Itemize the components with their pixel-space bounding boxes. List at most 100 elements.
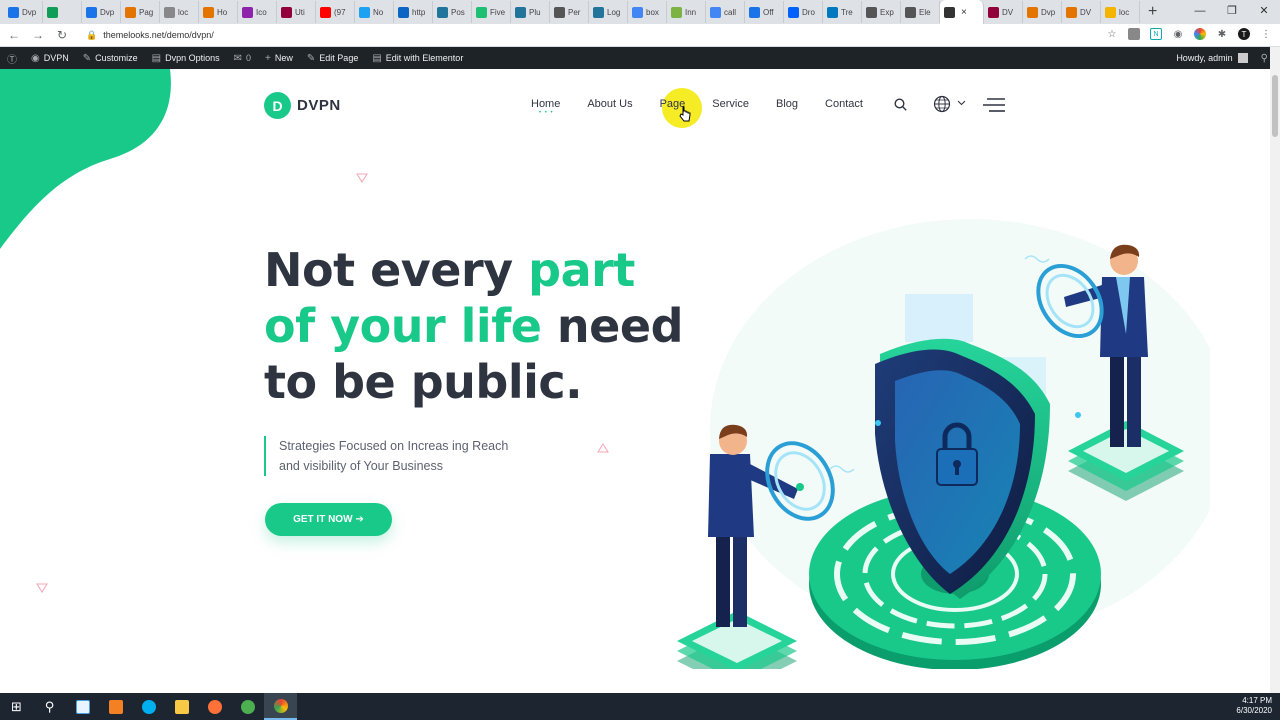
browser-tab[interactable]: Off [745,1,784,23]
tab-label: Pag [139,7,154,17]
browser-tab[interactable]: Per [550,1,589,23]
browser-tab[interactable]: Five [472,1,511,23]
wp-options-link[interactable]: ▤ Dvpn Options [145,47,227,69]
close-tab-icon[interactable]: × [961,7,967,18]
address-bar: ← → ↻ 🔒 themelooks.net/demo/dvpn/ ☆ N ◉ … [0,24,1280,47]
wp-new-link[interactable]: + New [258,47,300,69]
avatar[interactable] [1237,53,1248,63]
search-icon[interactable]: ⚲ [1261,53,1268,64]
browser-tab[interactable]: × [940,0,984,24]
browser-tab[interactable]: Dro [784,1,823,23]
taskbar-app-icon[interactable] [231,693,264,720]
browser-tab[interactable]: Pos [433,1,472,23]
wp-site-link[interactable]: ◉ DVPN [24,47,76,69]
globe-language-icon[interactable] [933,95,967,113]
browser-tab[interactable]: box [628,1,667,23]
wp-customize-link[interactable]: ✎ Customize [76,47,145,69]
search-icon[interactable] [894,98,907,111]
tab-label: (97 [334,7,346,17]
menu-kebab-icon[interactable]: ⋮ [1260,28,1272,40]
hero-title: Not every part of your life need to be p… [264,243,684,409]
tab-label: Dro [802,7,815,17]
browser-tab[interactable]: Dvp [1023,1,1062,23]
tab-label: box [646,7,659,17]
tab-favicon-icon [710,6,721,18]
taskbar-app-icon[interactable] [66,693,99,720]
elementor-icon: ▤ [372,52,382,64]
taskbar-app-icon[interactable] [99,693,132,720]
triangle-decoration-icon [597,443,609,453]
browser-tab[interactable]: Uti [277,1,316,23]
tab-label: http [412,7,426,17]
lock-icon[interactable]: 🔒 [86,30,97,41]
chrome-icon[interactable] [264,693,297,720]
nav-contact[interactable]: Contact [825,98,863,110]
browser-tab[interactable]: DV [984,1,1023,23]
browser-tab[interactable]: (97 [316,1,355,23]
browser-tab[interactable]: No [355,1,394,23]
forward-button[interactable]: → [28,28,48,42]
nav-service[interactable]: Service [712,98,749,110]
browser-tab[interactable]: loc [160,1,199,23]
wp-comments-link[interactable]: ✉ 0 [227,47,258,69]
extension-icon[interactable] [1128,28,1140,40]
tab-favicon-icon [8,6,19,18]
camera-icon[interactable]: ◉ [1172,28,1184,40]
nav-home[interactable]: Home [531,98,560,116]
puzzle-icon[interactable]: ✱ [1216,28,1228,40]
tab-favicon-icon [476,6,487,18]
nav-about-us[interactable]: About Us [587,98,632,110]
browser-tab[interactable]: Pag [121,1,160,23]
security-shield-illustration [677,219,1210,669]
file-explorer-icon[interactable] [165,693,198,720]
browser-tab[interactable]: Plu [511,1,550,23]
tab-favicon-icon [827,6,838,18]
url-field[interactable]: themelooks.net/demo/dvpn/ [103,30,214,40]
tab-label: Plu [529,7,541,17]
extension-icon[interactable]: N [1150,28,1162,40]
browser-tab[interactable]: Ele [901,1,940,23]
new-tab-button[interactable]: + [1148,3,1157,21]
browser-tab[interactable]: Log [589,1,628,23]
hamburger-menu-icon[interactable] [983,98,1005,112]
search-icon[interactable]: ⚲ [33,693,66,720]
wp-elementor-link[interactable]: ▤ Edit with Elementor [365,47,470,69]
back-button[interactable]: ← [4,28,24,42]
firefox-icon[interactable] [198,693,231,720]
browser-tab[interactable]: Inn [667,1,706,23]
browser-tab[interactable]: Ico [238,1,277,23]
browser-tab[interactable]: http [394,1,433,23]
reload-button[interactable]: ↻ [52,28,72,42]
get-it-now-button[interactable]: GET IT NOW ➔ [265,503,392,536]
minimize-button[interactable]: — [1184,0,1216,24]
wordpress-logo[interactable]: Ⓣ [0,47,24,69]
tab-favicon-icon [86,6,97,18]
browser-tab[interactable]: call [706,1,745,23]
browser-tab[interactable]: Exp [862,1,901,23]
browser-tab[interactable]: Ho [199,1,238,23]
tab-label: Log [607,7,621,17]
profile-avatar[interactable]: T [1238,28,1250,40]
browser-tab[interactable]: Dvp [82,1,121,23]
wp-edit-page-link[interactable]: ✎ Edit Page [300,47,365,69]
site-logo[interactable]: D DVPN [264,92,341,119]
bookmark-star-icon[interactable]: ☆ [1106,28,1118,40]
browser-tab[interactable]: DV [1062,1,1101,23]
page-scrollbar[interactable] [1270,47,1280,693]
nav-blog[interactable]: Blog [776,98,798,110]
mouse-cursor-icon [679,106,691,122]
extension-icon[interactable] [1194,28,1206,40]
windows-start-icon[interactable]: ⊞ [0,693,33,720]
browser-tab[interactable]: Tre [823,1,862,23]
taskbar-clock[interactable]: 4:17 PM 6/30/2020 [1236,696,1272,716]
browser-tab[interactable]: loc [1101,1,1140,23]
browser-tab[interactable] [43,1,82,23]
restore-button[interactable]: ❐ [1216,0,1248,24]
tab-label: loc [1119,7,1130,17]
howdy-label[interactable]: Howdy, admin [1176,53,1232,63]
skype-icon[interactable] [132,693,165,720]
scrollbar-thumb[interactable] [1272,75,1278,137]
browser-tab[interactable]: Dvp [4,1,43,23]
close-window-button[interactable]: ✕ [1248,0,1280,24]
browser-tabstrip: Dvp Dvp Pag loc Ho Ico Uti (97 No http Pos Five Plu P… [0,0,1280,24]
